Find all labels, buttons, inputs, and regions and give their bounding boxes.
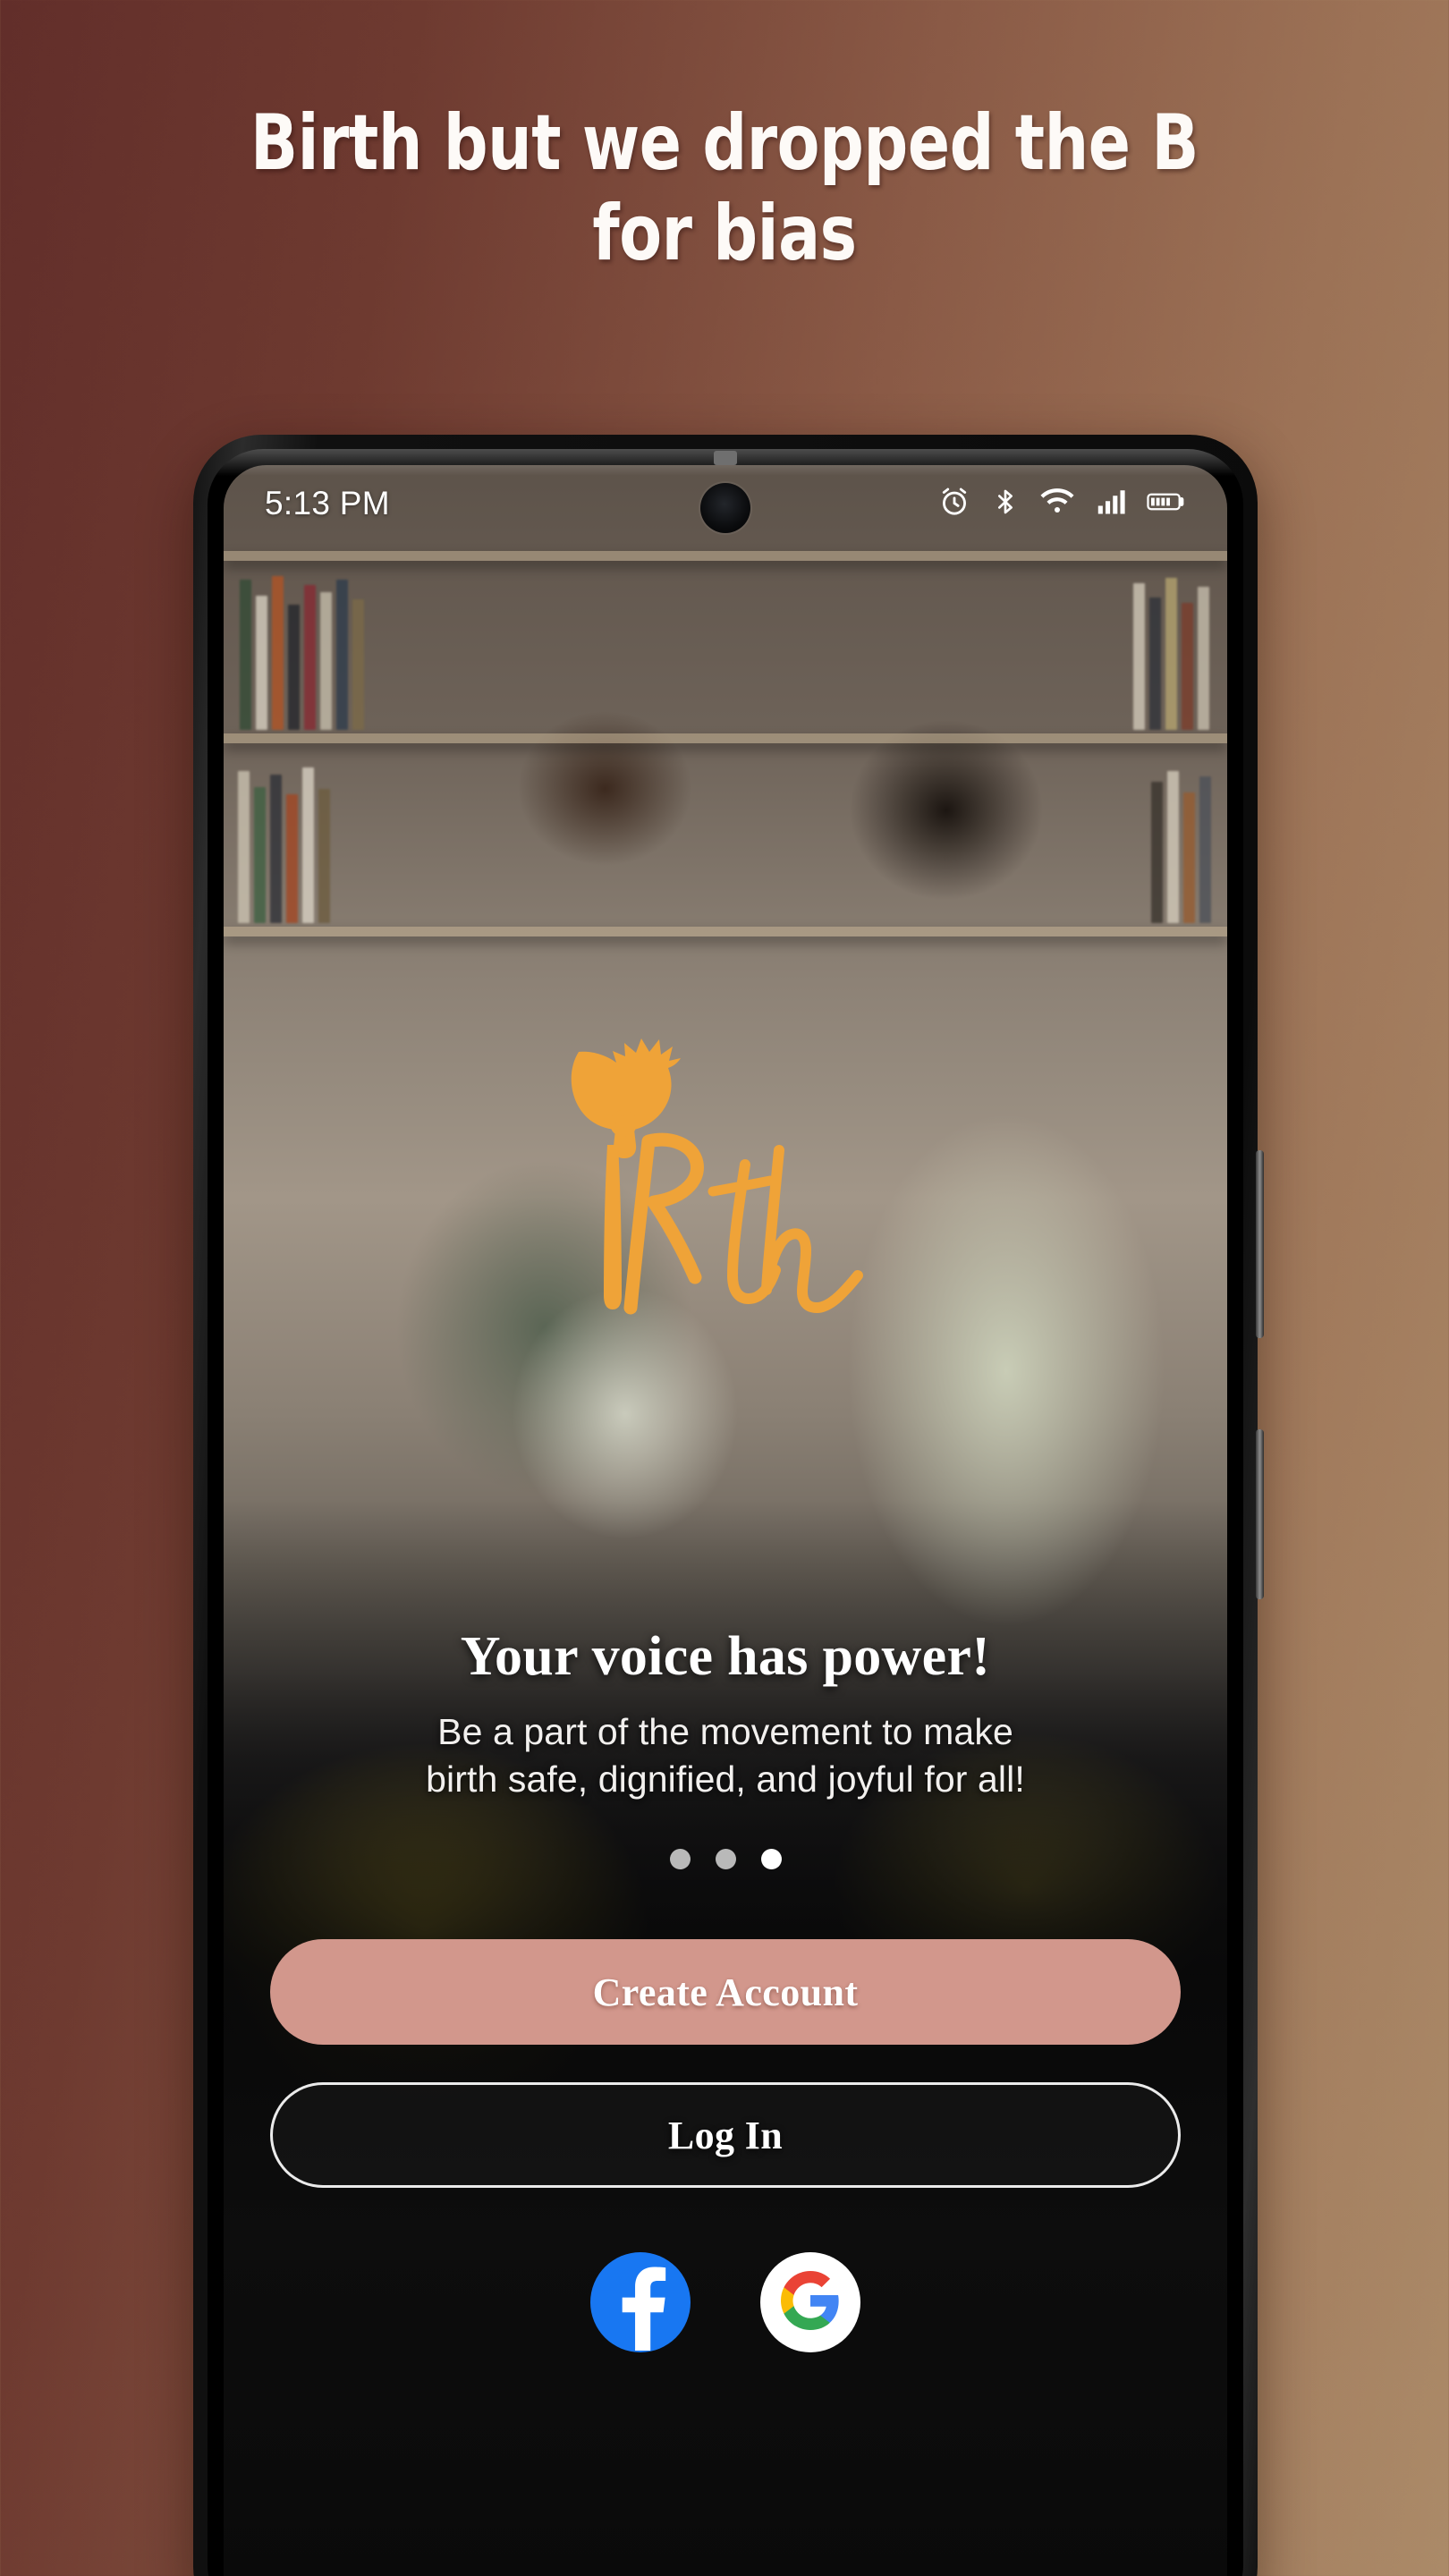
status-icon-group — [937, 485, 1186, 523]
cellular-signal-icon — [1095, 485, 1127, 523]
wifi-icon — [1039, 485, 1075, 523]
promo-headline-line-2: for bias — [592, 189, 857, 279]
pager-dot-3[interactable] — [760, 1849, 782, 1869]
alarm-icon — [937, 485, 971, 523]
onboarding-subtitle: Be a part of the movement to make birth … — [270, 1708, 1181, 1802]
status-time: 5:13 PM — [265, 485, 390, 521]
pager-dot-2[interactable] — [715, 1849, 736, 1869]
promo-headline-line-1: Birth but we dropped the B — [250, 98, 1199, 188]
google-login-button[interactable] — [760, 2252, 860, 2352]
volume-button[interactable] — [1256, 1429, 1264, 1599]
onboarding-pager[interactable] — [270, 1849, 1181, 1869]
google-icon — [778, 2268, 843, 2337]
onboarding-tagline: Your voice has power! — [460, 1626, 991, 1688]
onboarding-subtitle-line-1: Be a part of the movement to make — [437, 1711, 1013, 1753]
promo-headline: Birth but we dropped the B for bias — [72, 98, 1377, 280]
login-button[interactable]: Log In — [270, 2082, 1181, 2188]
phone-mockup: 5:13 PM Your voice has power! Be a part … — [193, 435, 1264, 2576]
battery-icon — [1147, 485, 1186, 523]
onboarding-subtitle-line-2: birth safe, dignified, and joyful for al… — [426, 1758, 1025, 1800]
onboarding-content: Your voice has power! Be a part of the m… — [224, 1625, 1227, 2576]
power-button[interactable] — [1256, 1150, 1264, 1338]
app-screen: 5:13 PM Your voice has power! Be a part … — [224, 465, 1227, 2576]
social-login-group — [270, 2252, 1181, 2576]
facebook-login-button[interactable] — [590, 2252, 691, 2352]
bluetooth-icon — [991, 485, 1020, 523]
phone-bezel: 5:13 PM Your voice has power! Be a part … — [208, 449, 1243, 2576]
pager-dot-1[interactable] — [669, 1849, 691, 1869]
earpiece-speaker — [714, 451, 737, 465]
create-account-button[interactable]: Create Account — [270, 1939, 1181, 2045]
facebook-icon — [590, 2252, 691, 2352]
front-camera-punch-hole — [700, 483, 750, 533]
